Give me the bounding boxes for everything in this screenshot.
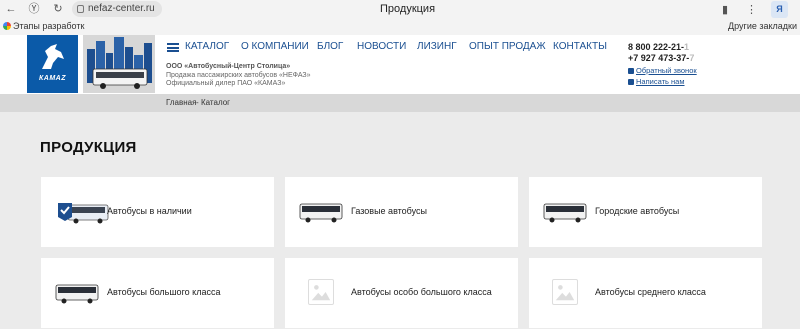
company-name: ООО «Автобусный-Центр Столица» [166, 63, 291, 70]
lock-icon [77, 5, 84, 13]
kamaz-brand-text: КАМАZ [38, 75, 67, 82]
horse-icon [42, 44, 64, 69]
category-label: Автобусы среднего класса [595, 287, 706, 297]
mail-icon [628, 78, 634, 85]
tab-title: Продукция [380, 3, 436, 15]
phone-icon [628, 67, 634, 74]
breadcrumb-separator: - [196, 98, 199, 107]
bus-check-icon [58, 203, 109, 224]
bookmark-icon[interactable]: ▮ [722, 3, 728, 16]
bus-icon [299, 203, 343, 223]
phone-number-1[interactable]: 8 800 222-21-1 [628, 42, 697, 53]
bus-icon [55, 284, 99, 304]
city-bus-logo-icon [87, 37, 152, 89]
menu-item-news[interactable]: НОВОСТИ [357, 41, 406, 52]
category-card-extra-large[interactable]: Автобусы особо большого класса [285, 258, 518, 328]
bookmarks-bar: Этапы разработк Другие закладки [0, 19, 800, 35]
other-bookmarks[interactable]: Другие закладки [728, 21, 797, 31]
bus-icon [543, 203, 587, 223]
breadcrumb-current: Каталог [201, 98, 231, 107]
company-dealer: Официальный дилер ПАО «КАМАЗ» [166, 80, 286, 87]
menu-item-catalog[interactable]: КАТАЛОГ [185, 41, 229, 52]
company-logo[interactable] [83, 35, 155, 93]
category-card-gas[interactable]: Газовые автобусы [285, 177, 518, 247]
menu-item-blog[interactable]: БЛОГ [317, 41, 343, 52]
page-title: ПРОДУКЦИЯ [40, 139, 137, 156]
bookmark-item[interactable]: Этапы разработк [3, 21, 84, 31]
image-placeholder-icon [552, 279, 578, 305]
category-card-city[interactable]: Городские автобусы [529, 177, 762, 247]
contacts-block: 8 800 222-21-1 +7 927 473-37-7 Обратный … [628, 42, 697, 86]
extension-icon[interactable]: Я [771, 1, 788, 18]
company-tagline: Продажа пассажирских автобусов «НЕФАЗ» [166, 71, 311, 79]
write-us-link[interactable]: Написать нам [628, 77, 697, 86]
yandex-icon[interactable]: Ⓨ [27, 2, 41, 16]
phone-number-2[interactable]: +7 927 473-37-7 [628, 53, 697, 64]
category-label: Городские автобусы [595, 206, 680, 216]
reload-icon[interactable]: ↻ [51, 2, 65, 16]
kamaz-logo[interactable]: КАМАZ [27, 35, 78, 93]
category-card-medium[interactable]: Автобусы среднего класса [529, 258, 762, 328]
category-label: Газовые автобусы [351, 206, 427, 216]
back-arrow-icon[interactable]: ← [4, 2, 18, 16]
category-label: Автобусы особо большого класса [351, 287, 492, 297]
company-info: ООО «Автобусный-Центр Столица» Продажа п… [166, 63, 311, 89]
callback-link[interactable]: Обратный звонок [628, 66, 697, 75]
breadcrumb-home[interactable]: Главная [166, 98, 196, 107]
category-label: Автобусы большого класса [107, 287, 221, 297]
bookmark-favicon-icon [3, 22, 11, 30]
more-menu-icon[interactable]: ⋮ [746, 3, 757, 16]
category-card-large[interactable]: Автобусы большого класса [41, 258, 274, 328]
menu-item-contacts[interactable]: КОНТАКТЫ [553, 41, 607, 52]
menu-item-leasing[interactable]: ЛИЗИНГ [417, 41, 457, 52]
breadcrumb: Главная - Каталог [0, 94, 800, 112]
menu-item-sales-experience[interactable]: ОПЫТ ПРОДАЖ [469, 41, 546, 52]
image-placeholder-icon [308, 279, 334, 305]
url-text: nefaz-center.ru [88, 3, 155, 14]
site-header: КАМАZ КАТАЛОГ О КОМПАНИИ БЛОГ НОВОСТИ ЛИ… [0, 35, 800, 94]
category-label: Автобусы в наличии [107, 206, 192, 216]
burger-menu-icon[interactable] [167, 43, 179, 52]
menu-item-about[interactable]: О КОМПАНИИ [241, 41, 309, 52]
address-bar[interactable]: nefaz-center.ru [72, 1, 162, 17]
category-card-in-stock[interactable]: Автобусы в наличии [41, 177, 274, 247]
